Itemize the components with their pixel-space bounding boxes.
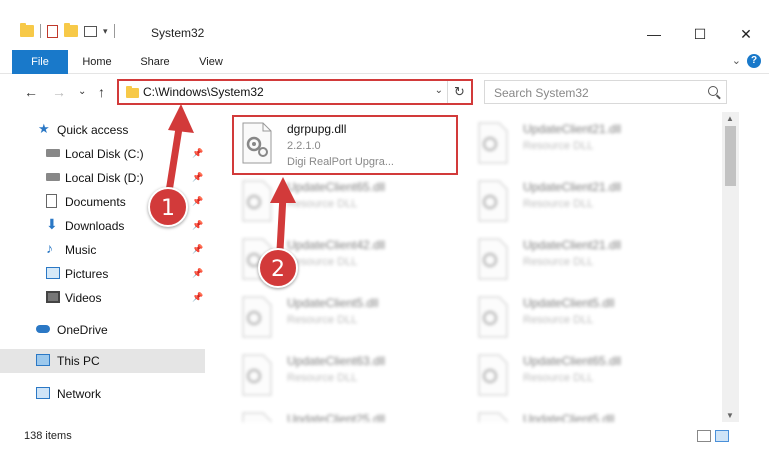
arrow-2-head: [270, 177, 296, 203]
step-1-badge: 1: [148, 187, 188, 227]
step-2-badge: 2: [258, 248, 298, 288]
arrow-2-line: [276, 192, 287, 254]
annotation-arrows: [164, 104, 296, 254]
arrow-1-head: [168, 104, 194, 133]
